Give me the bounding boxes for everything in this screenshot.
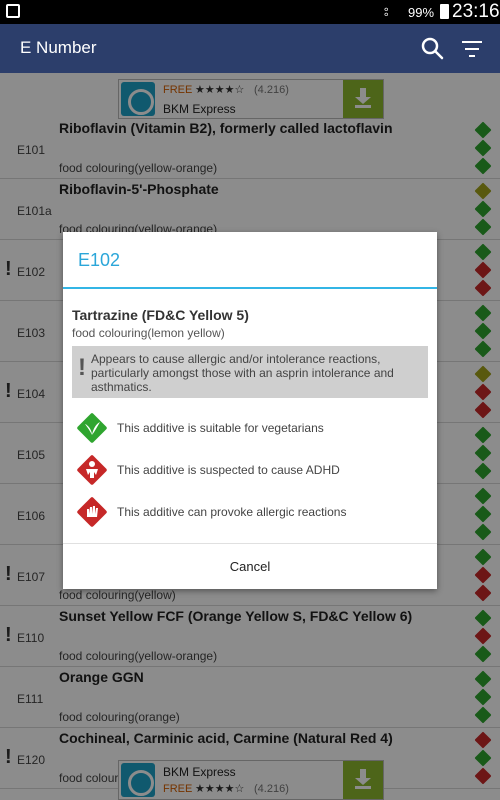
wifi-icon: ⦂	[384, 3, 389, 20]
additive-detail-dialog: E102 Tartrazine (FD&C Yellow 5) food col…	[63, 232, 437, 589]
additive-category: food colouring(lemon yellow)	[72, 326, 225, 340]
warning-text: Appears to cause allergic and/or intoler…	[91, 352, 394, 394]
clock: 23:16	[452, 1, 500, 22]
search-icon[interactable]	[420, 36, 444, 60]
dialog-title: E102	[78, 250, 121, 270]
status-bar: ⦂ 99% 23:16	[0, 0, 500, 24]
battery-percent: 99%	[408, 5, 435, 20]
vegetarian-leaf-icon	[77, 413, 107, 443]
property-text: This additive is suspected to cause ADHD	[117, 463, 340, 477]
property-text: This additive can provoke allergic react…	[117, 505, 347, 519]
warning-box: ! Appears to cause allergic and/or intol…	[72, 346, 428, 398]
cancel-button[interactable]: Cancel	[63, 544, 437, 589]
property-allergy: This additive can provoke allergic react…	[72, 493, 432, 533]
adhd-child-icon	[77, 455, 107, 485]
title-divider	[63, 287, 437, 289]
battery-icon	[440, 4, 449, 19]
property-vegetarian: This additive is suitable for vegetarian…	[72, 409, 432, 449]
filter-icon[interactable]	[460, 38, 484, 60]
screenshot-icon	[6, 4, 20, 18]
exclamation-icon: !	[78, 354, 86, 381]
app-bar: E Number	[0, 24, 500, 73]
property-text: This additive is suitable for vegetarian…	[117, 421, 324, 435]
app-title: E Number	[20, 38, 97, 57]
allergy-hand-icon	[77, 497, 107, 527]
additive-name: Tartrazine (FD&C Yellow 5)	[72, 307, 249, 323]
property-adhd: This additive is suspected to cause ADHD	[72, 451, 432, 491]
